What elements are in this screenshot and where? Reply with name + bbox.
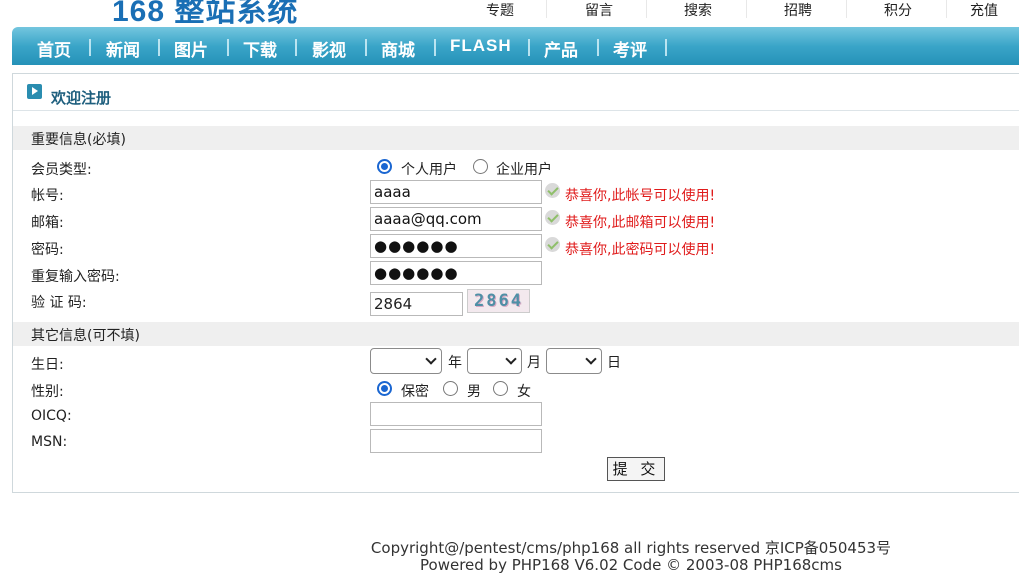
radio-gender-male-label[interactable]: 男 bbox=[467, 381, 481, 401]
oicq-input[interactable] bbox=[370, 402, 542, 426]
radio-gender-secret-label[interactable]: 保密 bbox=[401, 381, 429, 401]
email-ok-message: 恭喜你,此邮箱可以使用! bbox=[565, 215, 716, 231]
chevron-down-icon bbox=[585, 353, 597, 365]
chevron-down-icon bbox=[425, 353, 437, 365]
radio-gender-female-label[interactable]: 女 bbox=[517, 381, 531, 401]
nav-flash[interactable]: FLASH bbox=[450, 36, 512, 56]
msn-input[interactable] bbox=[370, 429, 542, 453]
oicq-label: OICQ: bbox=[31, 408, 72, 424]
year-unit: 年 bbox=[448, 355, 462, 371]
password-ok-message: 恭喜你,此密码可以使用! bbox=[565, 242, 716, 258]
birthday-year-select[interactable] bbox=[370, 348, 442, 374]
nav-evaluation[interactable]: 考评 bbox=[613, 36, 647, 61]
month-unit: 月 bbox=[527, 355, 541, 371]
password-label: 密码: bbox=[31, 242, 64, 258]
birthday-label: 生日: bbox=[31, 357, 64, 373]
section-required: 重要信息(必填) bbox=[13, 126, 1019, 150]
top-nav: 专题 留言 搜索 招聘 积分 充值 bbox=[450, 0, 1019, 20]
day-unit: 日 bbox=[607, 355, 621, 371]
account-input[interactable]: aaaa bbox=[370, 180, 542, 204]
topnav-recharge[interactable]: 充值 bbox=[948, 0, 1019, 20]
topnav-points[interactable]: 积分 bbox=[848, 0, 948, 20]
account-ok-message: 恭喜你,此帐号可以使用! bbox=[565, 188, 716, 204]
radio-gender-female[interactable] bbox=[493, 381, 508, 396]
password-repeat-input[interactable]: ●●●●●● bbox=[370, 261, 542, 285]
nav-news[interactable]: 新闻 bbox=[106, 36, 140, 61]
member-type-label: 会员类型: bbox=[31, 162, 92, 178]
topnav-search[interactable]: 搜索 bbox=[648, 0, 748, 20]
nav-video[interactable]: 影视 bbox=[312, 36, 346, 61]
section-optional: 其它信息(可不填) bbox=[13, 322, 1019, 346]
nav-home[interactable]: 首页 bbox=[37, 36, 71, 61]
footer-copyright: Copyright@/pentest/cms/php168 all rights… bbox=[370, 539, 892, 557]
email-label: 邮箱: bbox=[31, 215, 64, 231]
captcha-input[interactable]: 2864 bbox=[370, 292, 463, 316]
birthday-month-select[interactable] bbox=[467, 348, 522, 374]
nav-products[interactable]: 产品 bbox=[544, 36, 578, 61]
site-logo[interactable]: 168 整站系统 bbox=[112, 0, 298, 30]
panel-header: 欢迎注册 bbox=[13, 74, 1019, 111]
check-icon bbox=[545, 210, 560, 225]
birthday-day-select[interactable] bbox=[546, 348, 602, 374]
topnav-jobs[interactable]: 招聘 bbox=[748, 0, 848, 20]
chevron-down-icon bbox=[505, 353, 517, 365]
password-repeat-label: 重复输入密码: bbox=[31, 269, 120, 285]
radio-gender-secret[interactable] bbox=[377, 381, 392, 396]
check-icon bbox=[545, 183, 560, 198]
panel-title: 欢迎注册 bbox=[51, 89, 112, 107]
email-input[interactable]: aaaa@qq.com bbox=[370, 207, 542, 231]
captcha-image[interactable]: 2864 bbox=[467, 289, 530, 313]
main-nav: 首页 新闻 图片 下载 影视 商城 FLASH 产品 考评 bbox=[12, 27, 1019, 65]
radio-personal[interactable] bbox=[377, 159, 392, 174]
gender-label: 性别: bbox=[31, 384, 64, 400]
submit-button[interactable]: 提 交 bbox=[607, 457, 665, 481]
topnav-guestbook[interactable]: 留言 bbox=[549, 0, 649, 20]
nav-images[interactable]: 图片 bbox=[174, 36, 208, 61]
password-input[interactable]: ●●●●●● bbox=[370, 234, 542, 258]
radio-gender-male[interactable] bbox=[443, 381, 458, 396]
captcha-label: 验 证 码: bbox=[31, 295, 87, 311]
radio-company-label[interactable]: 企业用户 bbox=[496, 159, 552, 179]
register-panel: 欢迎注册 重要信息(必填) 会员类型: 个人用户 企业用户 帐号: aaaa 恭… bbox=[12, 73, 1019, 493]
footer-powered: Powered by PHP168 V6.02 Code © 2003-08 P… bbox=[420, 556, 842, 574]
nav-mall[interactable]: 商城 bbox=[381, 36, 415, 61]
check-icon bbox=[545, 237, 560, 252]
account-label: 帐号: bbox=[31, 188, 64, 204]
radio-company[interactable] bbox=[473, 159, 488, 174]
play-arrow-icon bbox=[27, 84, 42, 99]
nav-downloads[interactable]: 下载 bbox=[243, 36, 277, 61]
topnav-topics[interactable]: 专题 bbox=[450, 0, 550, 20]
radio-personal-label[interactable]: 个人用户 bbox=[401, 159, 457, 179]
msn-label: MSN: bbox=[31, 434, 68, 450]
